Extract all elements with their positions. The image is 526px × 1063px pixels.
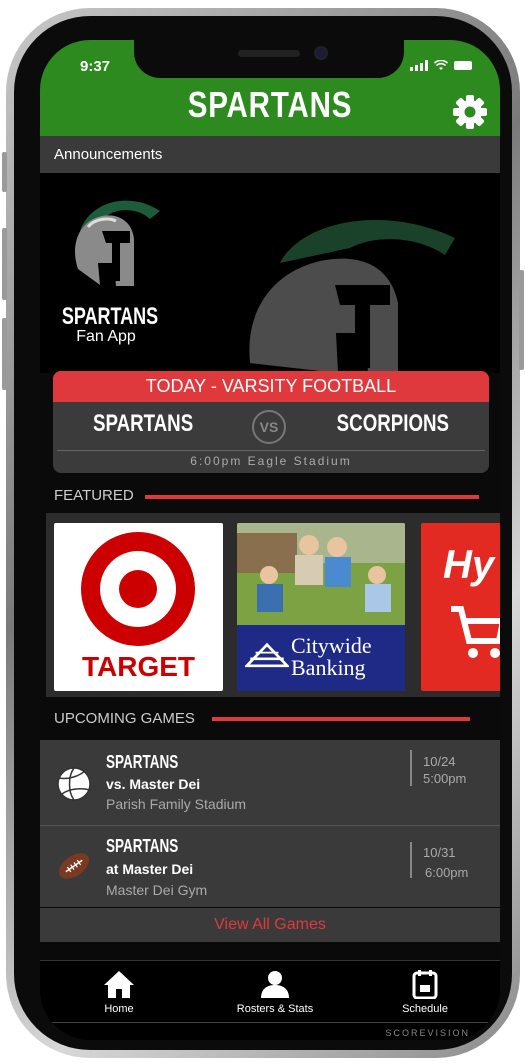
- game-1-team: SPARTANS: [106, 752, 179, 772]
- battery-icon: [454, 61, 472, 70]
- sponsor-name-hyvee: Hy: [443, 543, 495, 587]
- camera: [314, 46, 328, 60]
- game-row-2[interactable]: SPARTANS at Master Dei Master Dei Gym 10…: [40, 826, 500, 907]
- game-1-opponent: vs. Master Dei: [106, 776, 201, 792]
- footer-brand: SCOREVISION: [385, 1028, 470, 1038]
- family-photo: [237, 523, 405, 625]
- tabbar-rule: [40, 1022, 500, 1023]
- sponsor-name-banking: Banking: [291, 655, 366, 680]
- upcoming-rule: [212, 717, 470, 721]
- today-game-card[interactable]: TODAY - VARSITY FOOTBALL SPARTANS VS SCO…: [53, 371, 489, 473]
- featured-rule: [145, 495, 479, 499]
- game-1-separator: [410, 750, 412, 786]
- game-1-venue: Parish Family Stadium: [106, 796, 247, 812]
- upcoming-heading: UPCOMING GAMES: [54, 710, 195, 727]
- page-title: SPARTANS: [187, 84, 353, 125]
- citywide-mark: [245, 642, 289, 668]
- game-2-separator: [410, 842, 412, 878]
- sponsor-tile-hyvee[interactable]: Hy: [421, 523, 500, 691]
- view-all-games-link[interactable]: View All Games: [40, 908, 500, 942]
- spartan-helmet-watermark: [249, 219, 455, 373]
- app-screen: 9:37 SPARTANS Announcements SPARTANS Fan…: [40, 40, 500, 1040]
- home-team: SPARTANS: [93, 410, 194, 437]
- sponsor-name-target: TARGET: [81, 651, 196, 682]
- citywide-logo-panel: Citywide Banking: [237, 625, 405, 691]
- announcements-bar[interactable]: Announcements: [40, 136, 500, 173]
- game-1-time: 5:00pm: [423, 771, 467, 786]
- football-icon: [58, 853, 90, 879]
- app-header: 9:37 SPARTANS: [40, 40, 500, 136]
- tab-schedule[interactable]: Schedule: [396, 969, 454, 1015]
- sponsor-tile-citywide[interactable]: Citywide Banking: [237, 523, 405, 691]
- today-info: 6:00pm Eagle Stadium: [190, 454, 352, 468]
- brand-name: SPARTANS: [61, 303, 159, 330]
- vs-badge: VS: [252, 410, 286, 444]
- calendar-icon: [412, 970, 438, 999]
- tab-rosters-label: Rosters & Stats: [236, 1003, 314, 1015]
- gear-icon[interactable]: [450, 92, 490, 132]
- tab-schedule-label: Schedule: [402, 1003, 448, 1015]
- game-2-time: 6:00pm: [425, 865, 469, 880]
- game-2-date: 10/31: [423, 845, 456, 860]
- game-1-date: 10/24: [423, 754, 456, 769]
- wifi-icon: [434, 60, 448, 70]
- notch: [134, 40, 404, 78]
- volleyball-icon: [57, 767, 91, 801]
- today-matchup: SPARTANS VS SCORPIONS: [53, 402, 489, 450]
- tab-home-label: Home: [104, 1003, 134, 1015]
- signal-icon: [410, 60, 428, 71]
- sponsor-name-citywide: Citywide: [291, 633, 372, 658]
- shopping-cart-icon: [451, 606, 500, 658]
- away-team: SCORPIONS: [336, 410, 449, 437]
- brand-subtitle: Fan App: [76, 328, 136, 345]
- tab-rosters-stats[interactable]: Rosters & Stats: [230, 969, 320, 1015]
- today-heading: TODAY - VARSITY FOOTBALL: [53, 371, 489, 402]
- game-2-team: SPARTANS: [106, 836, 179, 856]
- game-row-1[interactable]: SPARTANS vs. Master Dei Parish Family St…: [40, 740, 500, 825]
- featured-heading: FEATURED: [54, 487, 134, 504]
- speaker: [238, 50, 300, 57]
- status-icons: [410, 60, 472, 71]
- side-button-volume-up: [2, 228, 7, 300]
- game-2-venue: Master Dei Gym: [106, 882, 208, 898]
- hero-banner: SPARTANS Fan App: [40, 173, 500, 373]
- sponsor-tile-target[interactable]: TARGET: [54, 523, 223, 691]
- featured-carousel[interactable]: TARGET Citywide Banking Hy: [46, 513, 500, 697]
- tab-home[interactable]: Home: [90, 969, 148, 1015]
- spartan-helmet-logo: [75, 200, 160, 286]
- person-icon: [261, 971, 289, 998]
- home-icon: [104, 971, 134, 998]
- game-2-opponent: at Master Dei: [106, 861, 194, 877]
- side-button-power: [519, 270, 524, 370]
- side-button-mute: [2, 152, 7, 192]
- side-button-volume-down: [2, 318, 7, 390]
- status-time: 9:37: [80, 58, 111, 75]
